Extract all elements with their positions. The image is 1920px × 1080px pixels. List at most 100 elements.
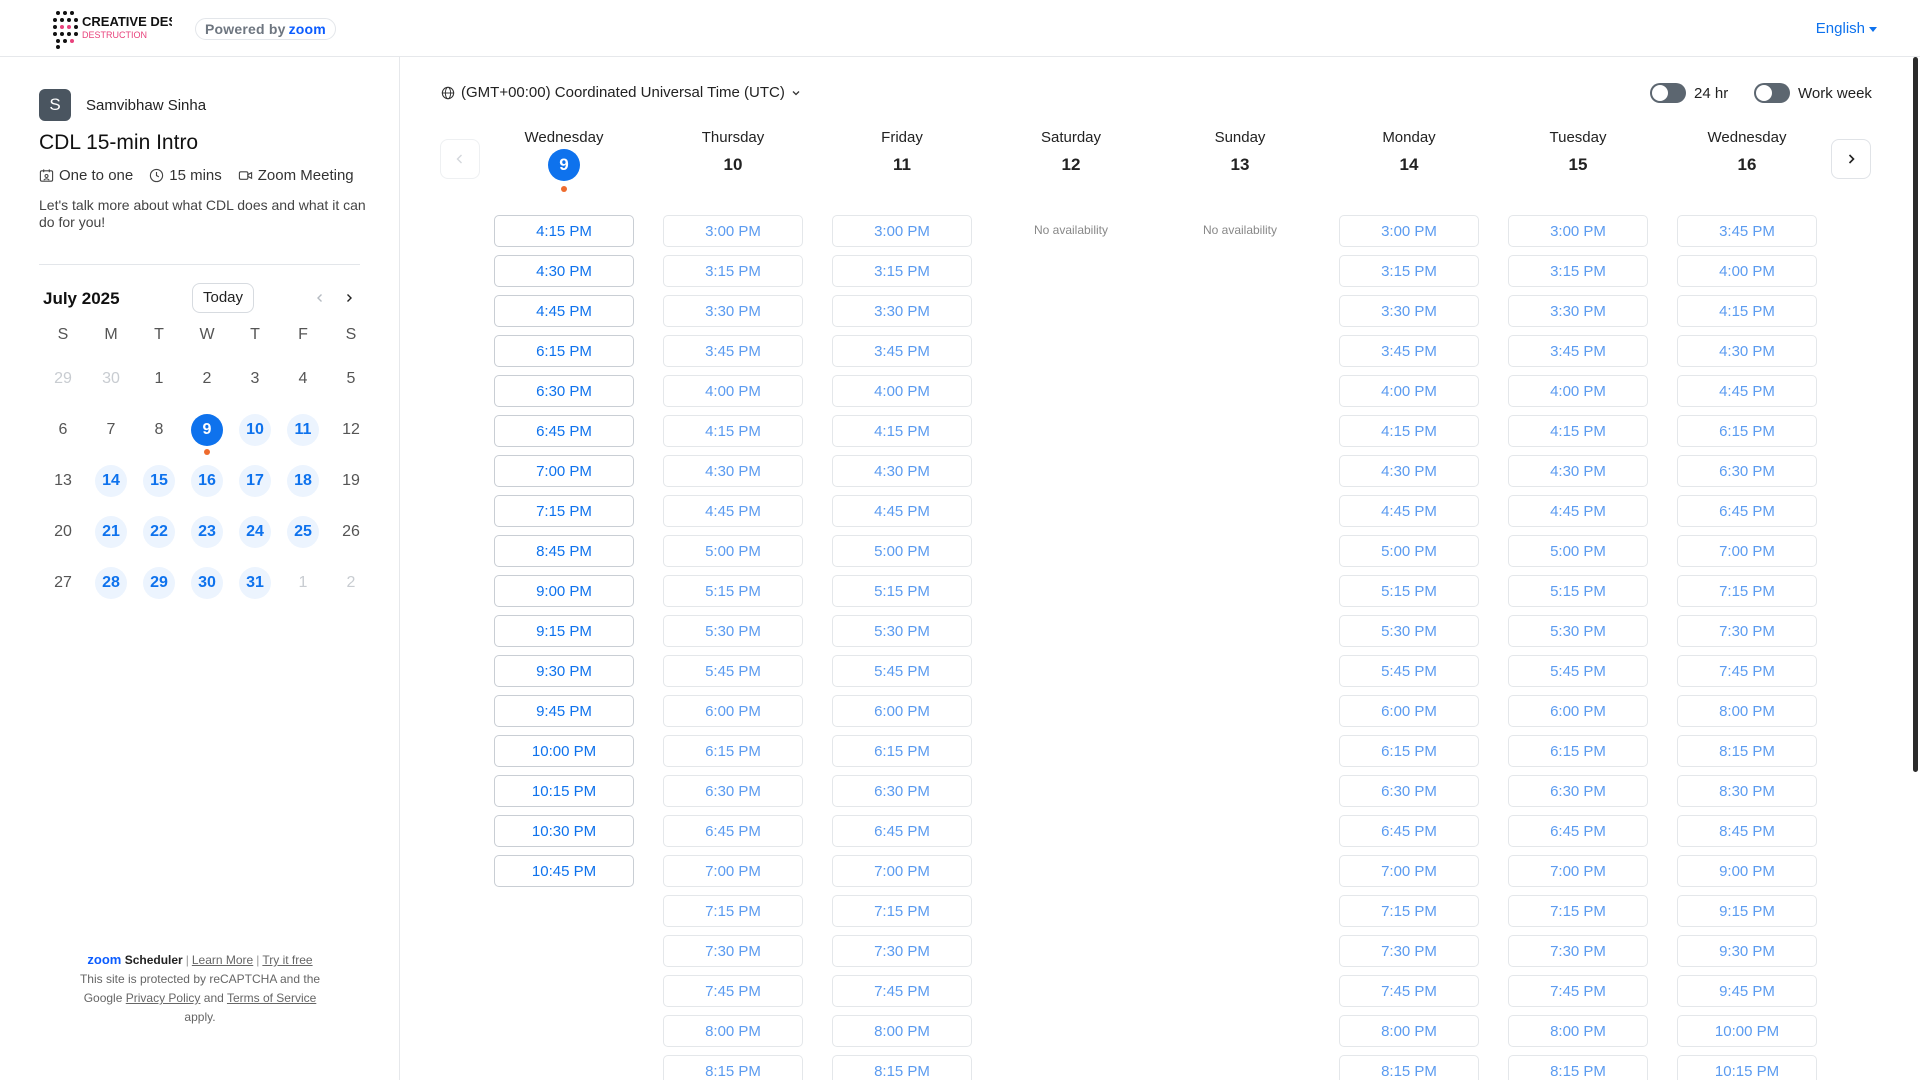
time-slot-button[interactable]: 7:15 PM bbox=[494, 495, 634, 527]
time-slot-button[interactable]: 4:30 PM bbox=[494, 255, 634, 287]
time-slot-button[interactable]: 4:45 PM bbox=[663, 495, 803, 527]
time-slot-button[interactable]: 8:15 PM bbox=[1339, 1055, 1479, 1080]
time-slot-button[interactable]: 7:45 PM bbox=[663, 975, 803, 1007]
time-slot-button[interactable]: 10:30 PM bbox=[494, 815, 634, 847]
calendar-day[interactable]: 21 bbox=[95, 516, 127, 548]
time-slot-button[interactable]: 5:00 PM bbox=[1508, 535, 1648, 567]
time-slot-button[interactable]: 7:45 PM bbox=[1339, 975, 1479, 1007]
time-slot-button[interactable]: 9:00 PM bbox=[494, 575, 634, 607]
cdl-logo[interactable]: CREATIVE DESTRUCTION LAB DESTRUCTION bbox=[52, 9, 172, 49]
time-slot-button[interactable]: 6:15 PM bbox=[1677, 415, 1817, 447]
time-slot-button[interactable]: 9:45 PM bbox=[494, 695, 634, 727]
time-slot-button[interactable]: 9:15 PM bbox=[1677, 895, 1817, 927]
time-slot-button[interactable]: 6:15 PM bbox=[832, 735, 972, 767]
time-slot-button[interactable]: 6:00 PM bbox=[832, 695, 972, 727]
time-slot-button[interactable]: 3:15 PM bbox=[663, 255, 803, 287]
time-slot-button[interactable]: 6:45 PM bbox=[1677, 495, 1817, 527]
time-slot-button[interactable]: 4:15 PM bbox=[832, 415, 972, 447]
time-slot-button[interactable]: 7:30 PM bbox=[1508, 935, 1648, 967]
time-slot-button[interactable]: 6:00 PM bbox=[1339, 695, 1479, 727]
time-slot-button[interactable]: 8:00 PM bbox=[1508, 1015, 1648, 1047]
toggle-24hr[interactable]: 24 hr bbox=[1650, 83, 1728, 103]
time-slot-button[interactable]: 7:15 PM bbox=[1508, 895, 1648, 927]
time-slot-button[interactable]: 7:45 PM bbox=[1677, 655, 1817, 687]
time-slot-button[interactable]: 6:45 PM bbox=[494, 415, 634, 447]
time-slot-button[interactable]: 9:30 PM bbox=[1677, 935, 1817, 967]
toggle-work-week-switch[interactable] bbox=[1754, 83, 1790, 103]
time-slot-button[interactable]: 4:45 PM bbox=[832, 495, 972, 527]
calendar-day[interactable]: 30 bbox=[191, 567, 223, 599]
time-slot-button[interactable]: 10:15 PM bbox=[494, 775, 634, 807]
time-slot-button[interactable]: 3:30 PM bbox=[1339, 295, 1479, 327]
time-slot-button[interactable]: 5:45 PM bbox=[1508, 655, 1648, 687]
time-slot-button[interactable]: 9:15 PM bbox=[494, 615, 634, 647]
calendar-day[interactable]: 11 bbox=[287, 414, 319, 446]
time-slot-button[interactable]: 4:45 PM bbox=[494, 295, 634, 327]
time-slot-button[interactable]: 8:00 PM bbox=[1677, 695, 1817, 727]
time-slot-button[interactable]: 6:30 PM bbox=[1508, 775, 1648, 807]
time-slot-button[interactable]: 4:30 PM bbox=[663, 455, 803, 487]
calendar-day[interactable]: 25 bbox=[287, 516, 319, 548]
prev-days-button[interactable] bbox=[440, 139, 480, 179]
time-slot-button[interactable]: 4:00 PM bbox=[663, 375, 803, 407]
time-slot-button[interactable]: 3:00 PM bbox=[663, 215, 803, 247]
time-slot-button[interactable]: 4:00 PM bbox=[832, 375, 972, 407]
time-slot-button[interactable]: 3:00 PM bbox=[1508, 215, 1648, 247]
toggle-work-week[interactable]: Work week bbox=[1754, 83, 1872, 103]
time-slot-button[interactable]: 7:15 PM bbox=[1677, 575, 1817, 607]
time-slot-button[interactable]: 5:15 PM bbox=[1508, 575, 1648, 607]
time-slot-button[interactable]: 6:30 PM bbox=[832, 775, 972, 807]
time-slot-button[interactable]: 6:15 PM bbox=[1339, 735, 1479, 767]
time-slot-button[interactable]: 7:00 PM bbox=[1339, 855, 1479, 887]
time-slot-button[interactable]: 7:45 PM bbox=[832, 975, 972, 1007]
time-slot-button[interactable]: 8:45 PM bbox=[1677, 815, 1817, 847]
time-slot-button[interactable]: 10:00 PM bbox=[494, 735, 634, 767]
time-slot-button[interactable]: 6:15 PM bbox=[1508, 735, 1648, 767]
calendar-day[interactable]: 16 bbox=[191, 465, 223, 497]
time-slot-button[interactable]: 5:15 PM bbox=[663, 575, 803, 607]
time-slot-button[interactable]: 4:00 PM bbox=[1508, 375, 1648, 407]
time-slot-button[interactable]: 4:15 PM bbox=[1339, 415, 1479, 447]
time-slot-button[interactable]: 4:15 PM bbox=[1677, 295, 1817, 327]
time-slot-button[interactable]: 7:45 PM bbox=[1508, 975, 1648, 1007]
time-slot-button[interactable]: 3:45 PM bbox=[663, 335, 803, 367]
time-slot-button[interactable]: 4:45 PM bbox=[1508, 495, 1648, 527]
time-slot-button[interactable]: 6:00 PM bbox=[663, 695, 803, 727]
time-slot-button[interactable]: 8:15 PM bbox=[832, 1055, 972, 1080]
privacy-policy-link[interactable]: Privacy Policy bbox=[126, 991, 201, 1005]
time-slot-button[interactable]: 5:30 PM bbox=[663, 615, 803, 647]
time-slot-button[interactable]: 7:15 PM bbox=[832, 895, 972, 927]
prev-month-button[interactable] bbox=[311, 289, 329, 307]
time-slot-button[interactable]: 7:00 PM bbox=[663, 855, 803, 887]
time-slot-button[interactable]: 8:00 PM bbox=[1339, 1015, 1479, 1047]
time-slot-button[interactable]: 4:45 PM bbox=[1339, 495, 1479, 527]
language-selector[interactable]: English bbox=[1816, 20, 1877, 37]
time-slot-button[interactable]: 3:00 PM bbox=[1339, 215, 1479, 247]
time-slot-button[interactable]: 9:00 PM bbox=[1677, 855, 1817, 887]
time-slot-button[interactable]: 8:00 PM bbox=[663, 1015, 803, 1047]
time-slot-button[interactable]: 5:00 PM bbox=[663, 535, 803, 567]
time-slot-button[interactable]: 5:15 PM bbox=[1339, 575, 1479, 607]
time-slot-button[interactable]: 3:15 PM bbox=[1339, 255, 1479, 287]
time-slot-button[interactable]: 5:45 PM bbox=[832, 655, 972, 687]
time-slot-button[interactable]: 4:30 PM bbox=[832, 455, 972, 487]
next-month-button[interactable] bbox=[340, 289, 358, 307]
time-slot-button[interactable]: 3:45 PM bbox=[1508, 335, 1648, 367]
time-slot-button[interactable]: 8:15 PM bbox=[1508, 1055, 1648, 1080]
scrollbar-thumb[interactable] bbox=[1913, 57, 1918, 772]
time-slot-button[interactable]: 6:15 PM bbox=[494, 335, 634, 367]
time-slot-button[interactable]: 4:30 PM bbox=[1339, 455, 1479, 487]
time-slot-button[interactable]: 3:30 PM bbox=[1508, 295, 1648, 327]
time-slot-button[interactable]: 6:00 PM bbox=[1508, 695, 1648, 727]
calendar-day[interactable]: 24 bbox=[239, 516, 271, 548]
time-slot-button[interactable]: 6:45 PM bbox=[1339, 815, 1479, 847]
time-slot-button[interactable]: 4:00 PM bbox=[1339, 375, 1479, 407]
time-slot-button[interactable]: 8:00 PM bbox=[832, 1015, 972, 1047]
time-slot-button[interactable]: 6:30 PM bbox=[494, 375, 634, 407]
time-slot-button[interactable]: 5:45 PM bbox=[663, 655, 803, 687]
time-slot-button[interactable]: 7:00 PM bbox=[494, 455, 634, 487]
time-slot-button[interactable]: 7:30 PM bbox=[832, 935, 972, 967]
calendar-day[interactable]: 14 bbox=[95, 465, 127, 497]
time-slot-button[interactable]: 8:45 PM bbox=[494, 535, 634, 567]
calendar-day[interactable]: 10 bbox=[239, 414, 271, 446]
